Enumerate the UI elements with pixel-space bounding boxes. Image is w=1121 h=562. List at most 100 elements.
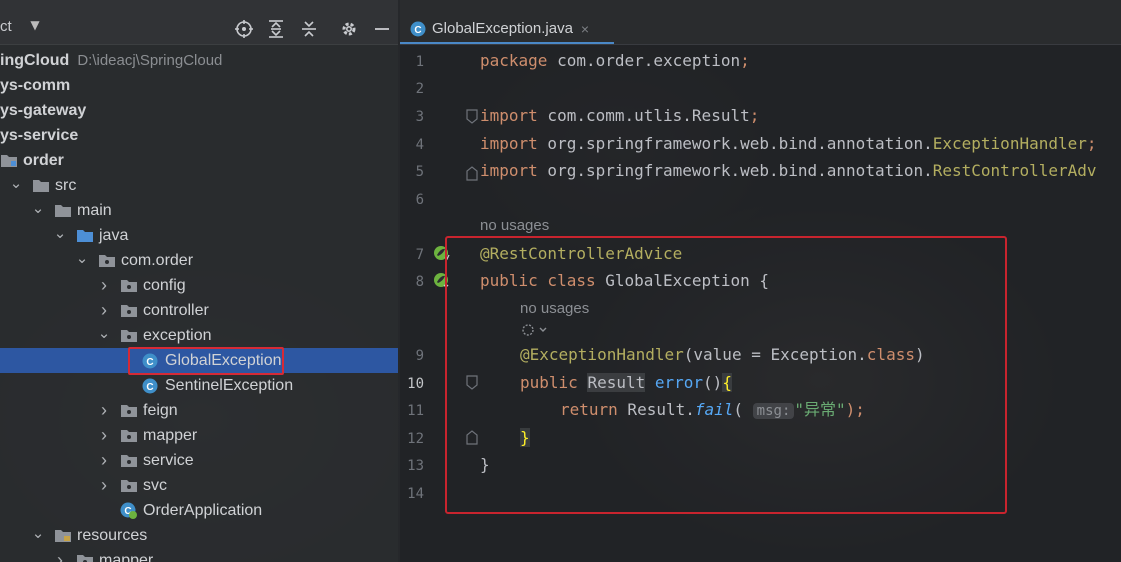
line-number[interactable]: 2: [400, 81, 424, 97]
chevron-down-icon[interactable]: ⌄: [98, 325, 111, 342]
code-line-5: import org.springframework.web.bind.anno…: [480, 161, 1097, 180]
code-editor: C GlobalException.java × 1 2 3 4 5 6 7 8 9 10 11 12…: [400, 0, 1121, 562]
tree-item-config[interactable]: › config: [0, 273, 398, 298]
tree-item-ys-comm[interactable]: ys-comm: [0, 73, 398, 98]
settings-gear-icon[interactable]: [338, 18, 360, 40]
tree-item-order[interactable]: order: [0, 148, 398, 173]
tree-item-main[interactable]: ⌄ main: [0, 198, 398, 223]
tree-item-mapper[interactable]: › mapper: [0, 548, 398, 562]
chevron-down-icon[interactable]: ⌄: [76, 250, 89, 267]
code-area[interactable]: package com.order.exception; import com.…: [480, 44, 1121, 562]
tree-item-orderapplication[interactable]: C OrderApplication: [0, 498, 398, 523]
code-line-7: @RestControllerAdvice: [480, 244, 683, 263]
code-line-8: public class GlobalException {: [480, 271, 769, 290]
tree-item-label: mapper: [99, 551, 154, 562]
line-number[interactable]: 10: [400, 376, 424, 392]
line-number[interactable]: 1: [400, 54, 424, 70]
line-number[interactable]: 5: [400, 164, 424, 180]
project-tool-window: ct ▼ ingCloud D:\ideacj\SpringCloud ys-com…: [0, 0, 398, 562]
chevron-down-icon[interactable]: ⌄: [32, 200, 45, 217]
tree-item-mapper[interactable]: › mapper: [0, 423, 398, 448]
line-number[interactable]: 3: [400, 109, 424, 125]
package-icon: [120, 328, 138, 344]
editor-tab-bar: C GlobalException.java ×: [400, 0, 1121, 45]
tree-item-svc[interactable]: › svc: [0, 473, 398, 498]
tree-item-globalexception[interactable]: C GlobalException: [0, 348, 398, 373]
tree-item-label: main: [77, 201, 112, 219]
tree-item-ys-gateway[interactable]: ys-gateway: [0, 98, 398, 123]
chevron-right-icon[interactable]: ›: [98, 450, 110, 470]
parameter-hint: msg:: [752, 403, 795, 419]
line-number[interactable]: 6: [400, 192, 424, 208]
tree-item-feign[interactable]: › feign: [0, 398, 398, 423]
line-number[interactable]: 14: [400, 486, 424, 502]
package-icon: [120, 478, 138, 494]
tree-item-label: ys-gateway: [0, 101, 87, 119]
fold-marker-icon[interactable]: [463, 108, 481, 126]
tree-item-service[interactable]: › service: [0, 448, 398, 473]
tree-item-label: OrderApplication: [143, 501, 263, 519]
svg-text:C: C: [146, 382, 153, 393]
no-usages-hint[interactable]: no usages: [480, 217, 549, 234]
no-usages-hint[interactable]: no usages: [520, 300, 589, 317]
resources-folder-icon: [54, 528, 72, 544]
ai-assist-icon[interactable]: [520, 322, 548, 342]
chevron-right-icon[interactable]: ›: [98, 425, 110, 445]
spring-bean-gutter-icon[interactable]: [432, 244, 450, 262]
tree-item-com-order[interactable]: ⌄ com.order: [0, 248, 398, 273]
collapse-all-icon[interactable]: [298, 18, 320, 40]
code-line-4: import org.springframework.web.bind.anno…: [480, 134, 1097, 153]
fold-marker-icon[interactable]: [463, 164, 481, 182]
tree-item-label: src: [55, 176, 77, 194]
svg-text:C: C: [146, 357, 153, 368]
line-number[interactable]: 8: [400, 274, 424, 290]
spring-bean-gutter-icon[interactable]: [432, 271, 450, 289]
tree-item-label: exception: [143, 326, 212, 344]
expand-all-icon[interactable]: [265, 18, 287, 40]
chevron-down-icon[interactable]: ▼: [28, 18, 42, 32]
tree-item-label: ys-service: [0, 126, 79, 144]
project-panel-header: ct ▼: [0, 0, 398, 45]
tab-global-exception[interactable]: C GlobalException.java ×: [400, 15, 614, 44]
chevron-right-icon[interactable]: ›: [54, 550, 66, 562]
tree-item-controller[interactable]: › controller: [0, 298, 398, 323]
tree-item-sentinelexception[interactable]: C SentinelException: [0, 373, 398, 398]
tree-item-resources[interactable]: ⌄ resources: [0, 523, 398, 548]
project-panel-title[interactable]: ct: [0, 18, 12, 35]
tree-item-label: GlobalException: [165, 351, 282, 369]
package-icon: [76, 553, 94, 562]
line-number[interactable]: 12: [400, 431, 424, 447]
tree-item-ingcloud[interactable]: ingCloud D:\ideacj\SpringCloud: [0, 48, 398, 73]
line-number[interactable]: 7: [400, 247, 424, 263]
line-number[interactable]: 11: [400, 403, 424, 419]
locate-icon[interactable]: [233, 18, 255, 40]
tree-item-label: controller: [143, 301, 209, 319]
tree-item-label: mapper: [143, 426, 198, 444]
chevron-down-icon[interactable]: ⌄: [10, 175, 23, 192]
java-class-icon: C: [410, 21, 426, 36]
tab-label: GlobalException.java: [432, 20, 573, 37]
tree-item-java[interactable]: ⌄ java: [0, 223, 398, 248]
fold-marker-icon[interactable]: [463, 428, 481, 446]
line-number[interactable]: 9: [400, 348, 424, 364]
chevron-down-icon[interactable]: ⌄: [54, 225, 67, 242]
tree-item-label: ingCloud: [0, 51, 70, 69]
fold-marker-icon[interactable]: [463, 374, 481, 392]
chevron-down-icon[interactable]: ⌄: [32, 525, 45, 542]
package-icon: [120, 303, 138, 319]
tree-item-exception[interactable]: ⌄ exception: [0, 323, 398, 348]
close-icon[interactable]: ×: [581, 21, 589, 37]
chevron-right-icon[interactable]: ›: [98, 275, 110, 295]
chevron-right-icon[interactable]: ›: [98, 300, 110, 320]
chevron-right-icon[interactable]: ›: [98, 400, 110, 420]
tree-item-ys-service[interactable]: ys-service: [0, 123, 398, 148]
chevron-right-icon[interactable]: ›: [98, 475, 110, 495]
package-icon: [120, 428, 138, 444]
hide-panel-icon[interactable]: [371, 18, 393, 40]
source-folder-icon: [76, 228, 94, 244]
line-number[interactable]: 4: [400, 137, 424, 153]
tree-item-label: config: [143, 276, 186, 294]
line-number[interactable]: 13: [400, 458, 424, 474]
tree-item-src[interactable]: ⌄ src: [0, 173, 398, 198]
code-line-10: public Result error(){: [520, 373, 732, 392]
